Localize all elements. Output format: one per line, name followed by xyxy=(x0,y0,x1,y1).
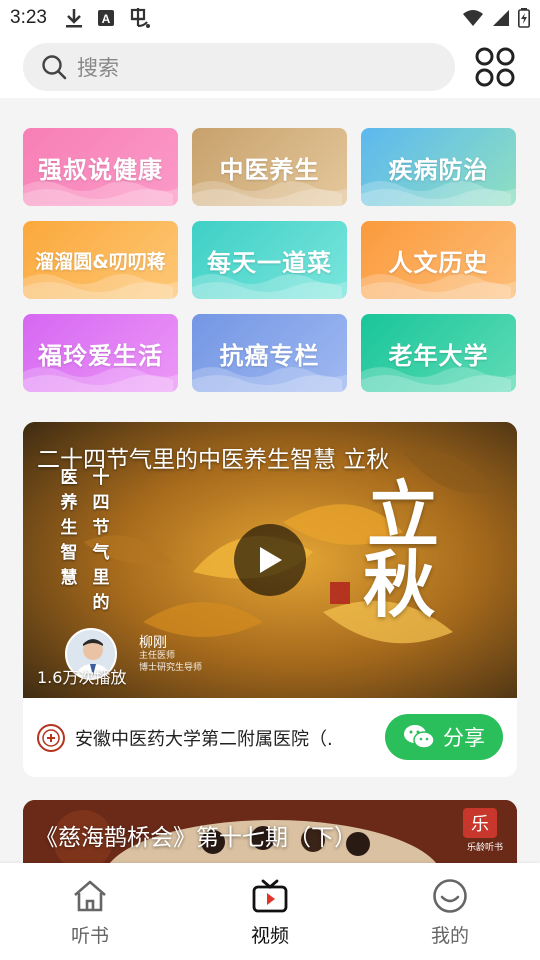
category-label: 福玲爱生活 xyxy=(38,341,163,370)
nav-label-mine: 我的 xyxy=(430,925,469,947)
nav-tab-video[interactable]: 视频 xyxy=(180,863,360,960)
category-tile[interactable]: 疾病防治 xyxy=(361,128,516,206)
video-thumbnail[interactable]: 二十四节气里的中医养生智慧 立秋 十四节气里的 医养生智慧 立 秋 柳刚 主任医… xyxy=(23,422,517,698)
video-2-title: 《慈海鹊桥会》第十七期（下） xyxy=(35,825,357,851)
hospital-logo-icon xyxy=(37,723,65,752)
bottom-nav: 听书 视频 我的 xyxy=(0,863,540,960)
vertical-text-col-2: 医养生智慧 xyxy=(60,468,78,588)
battery-charging-icon xyxy=(518,8,530,28)
video-card[interactable]: 二十四节气里的中医养生智慧 立秋 十四节气里的 医养生智慧 立 秋 柳刚 主任医… xyxy=(23,422,517,777)
wechat-icon xyxy=(404,725,435,749)
category-label: 溜溜圆&叨叨蒋 xyxy=(35,250,166,273)
category-tile[interactable]: 福玲爱生活 xyxy=(23,314,178,392)
play-button[interactable] xyxy=(234,524,306,596)
search-placeholder: 搜索 xyxy=(77,56,119,80)
house-icon xyxy=(74,880,106,912)
doctor-title-line-1: 主任医师 xyxy=(139,651,176,661)
nav-label-listen: 听书 xyxy=(70,925,109,947)
brand-logo-icon: 乐 xyxy=(463,808,497,838)
bug-icon xyxy=(130,8,150,28)
category-tile[interactable]: 溜溜圆&叨叨蒋 xyxy=(23,221,178,299)
nav-label-video: 视频 xyxy=(250,925,289,947)
status-time: 3:23 xyxy=(10,7,47,28)
category-tile[interactable]: 老年大学 xyxy=(361,314,516,392)
share-label: 分享 xyxy=(443,726,485,750)
category-label: 老年大学 xyxy=(388,341,489,370)
category-label: 每天一道菜 xyxy=(207,248,332,277)
nav-tab-mine[interactable]: 我的 xyxy=(360,863,540,960)
grid-menu-icon[interactable] xyxy=(474,46,516,88)
doctor-title-line-2: 博士研究生导师 xyxy=(139,663,203,673)
category-tile[interactable]: 强叔说健康 xyxy=(23,128,178,206)
play-count: 1.6万次播放 xyxy=(37,668,127,687)
category-tile[interactable]: 每天一道菜 xyxy=(192,221,347,299)
signal-icon xyxy=(493,10,509,26)
video-card-2[interactable]: 《慈海鹊桥会》第十七期（下） 乐 乐龄听书 xyxy=(23,800,517,870)
category-label: 强叔说健康 xyxy=(38,155,163,184)
doctor-name: 柳刚 xyxy=(139,635,167,651)
download-icon xyxy=(65,9,82,28)
a-icon: A xyxy=(97,10,114,26)
category-tile[interactable]: 中医养生 xyxy=(192,128,347,206)
brand-text: 乐龄听书 xyxy=(466,843,503,853)
vertical-text-col-1: 十四节气里的 xyxy=(92,468,110,613)
search-input[interactable]: 搜索 xyxy=(23,43,455,91)
category-label: 人文历史 xyxy=(388,248,489,277)
source-name[interactable]: 安徽中医药大学第二附属医院（... xyxy=(75,725,331,751)
status-bar: 3:23 A xyxy=(0,0,540,36)
video-footer: 安徽中医药大学第二附属医院（... 分享 xyxy=(23,698,517,777)
calligraphy-char-2: 秋 xyxy=(363,542,436,627)
category-label: 中医养生 xyxy=(219,155,320,184)
svg-text:A: A xyxy=(102,12,111,26)
category-tile[interactable]: 人文历史 xyxy=(361,221,516,299)
share-button[interactable]: 分享 xyxy=(385,714,503,760)
wifi-icon xyxy=(463,10,483,26)
category-label: 疾病防治 xyxy=(388,155,489,184)
doctor-title: 主任医师 博士研究生导师 xyxy=(139,650,202,674)
category-tile[interactable]: 抗癌专栏 xyxy=(192,314,347,392)
smile-face-icon xyxy=(433,879,467,913)
tv-play-icon xyxy=(252,879,288,913)
play-icon xyxy=(260,547,282,573)
search-icon xyxy=(42,55,67,80)
nav-tab-listen[interactable]: 听书 xyxy=(0,863,180,960)
search-header: 搜索 xyxy=(0,36,540,98)
category-label: 抗癌专栏 xyxy=(219,341,320,370)
